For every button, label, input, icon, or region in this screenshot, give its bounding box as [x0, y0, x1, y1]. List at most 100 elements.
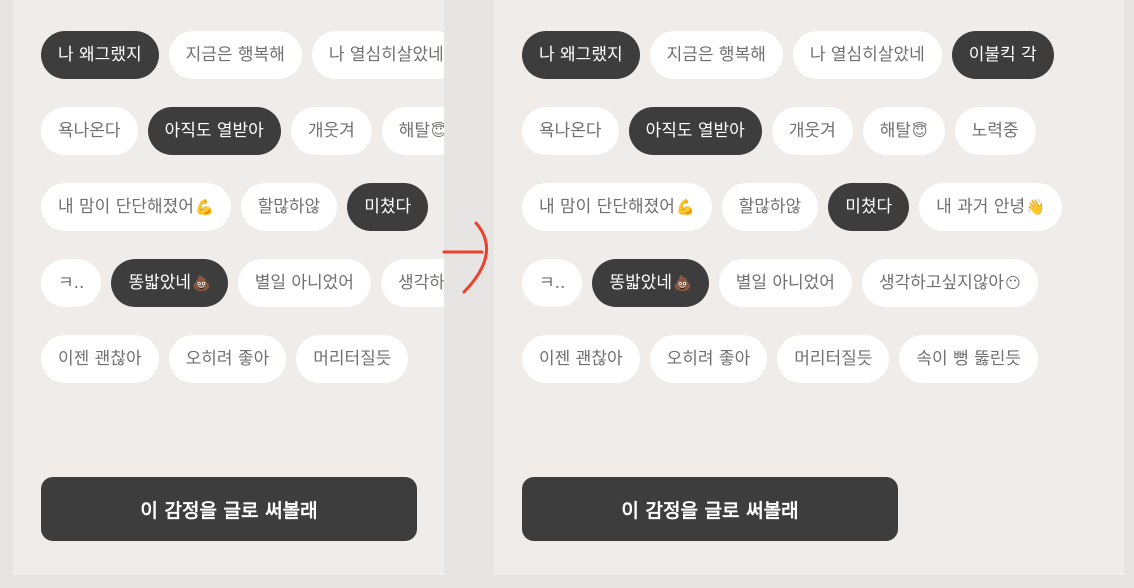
emotion-chip[interactable]: 별일 아니었어 — [237, 259, 371, 307]
emotion-chip-label: 오히려 좋아 — [185, 349, 270, 369]
emotion-chip-label: 나 열심히살았네 — [328, 45, 444, 65]
emotion-screen-left: 나 왜그랬지 지금은 행복해 나 열심히살았네욕나온다 아직도 열받아 개웃겨 해탈😇 내 … — [13, 0, 444, 575]
emotion-chip-label: 해탈 — [398, 121, 431, 141]
emotion-chip[interactable]: 내 맘이 단단해졌어💪 — [41, 183, 231, 231]
emotion-chip[interactable]: 생각하고싶지않아😶 — [380, 259, 444, 307]
emotion-chip[interactable]: ㅋ.. — [522, 259, 583, 307]
emotion-chip[interactable]: 해탈😇 — [381, 107, 444, 155]
emotion-chip[interactable]: 개웃겨 — [290, 107, 372, 155]
emoji-icon: 💩 — [673, 274, 692, 292]
emotion-chip[interactable]: 머리터질듯 — [296, 335, 409, 383]
emotion-chip-label: 별일 아니었어 — [254, 273, 354, 293]
emotion-chip[interactable]: 별일 아니었어 — [718, 259, 852, 307]
chip-row: ㅋ.. 똥밟았네💩 별일 아니었어 생각하고싶지않아😶 — [41, 259, 444, 307]
emotion-chip-selected[interactable]: 똥밟았네💩 — [111, 259, 228, 307]
chip-row: 나 왜그랬지 지금은 행복해 나 열심히살았네 이불킥 각 — [522, 31, 1062, 79]
chip-row: 욕나온다 아직도 열받아 개웃겨 해탈😇 — [41, 107, 444, 155]
emotion-chip-label: 나 열심히살았네 — [809, 45, 925, 65]
emotion-chip-label: ㅋ.. — [58, 273, 85, 293]
emotion-chip[interactable]: 할많하않 — [721, 183, 819, 231]
emotion-chip[interactable]: 욕나온다 — [41, 107, 138, 155]
chip-row: ㅋ.. 똥밟았네💩 별일 아니었어 생각하고싶지않아😶 — [522, 259, 1062, 307]
emotion-chip-list: 나 왜그랬지 지금은 행복해 나 열심히살았네 이불킥 각욕나온다 아직도 열받아 개웃겨… — [522, 31, 1062, 411]
emotion-chip[interactable]: 개웃겨 — [771, 107, 853, 155]
emotion-chip[interactable]: 이젠 괜찮아 — [522, 335, 640, 383]
emotion-chip-label: 생각하고싶지않아 — [397, 273, 444, 293]
chip-row: 나 왜그랬지 지금은 행복해 나 열심히살았네 — [41, 31, 444, 79]
emotion-chip-label: 지금은 행복해 — [185, 45, 285, 65]
emotion-screen-right: 나 왜그랬지 지금은 행복해 나 열심히살았네 이불킥 각욕나온다 아직도 열받아 개웃겨… — [494, 0, 1124, 575]
emotion-chip-label: 할많하않 — [738, 197, 802, 217]
emotion-chip[interactable]: 할많하않 — [240, 183, 338, 231]
emotion-chip-selected[interactable]: 미쳤다 — [347, 183, 429, 231]
emoji-icon: 💪 — [675, 198, 695, 216]
emotion-chip-label: 아직도 열받아 — [645, 121, 745, 141]
emotion-chip[interactable]: 지금은 행복해 — [649, 31, 783, 79]
write-emotion-button[interactable]: 이 감정을 글로 써볼래 — [522, 477, 898, 541]
chip-row: 이젠 괜찮아 오히려 좋아 머리터질듯 속이 뻥 뚫린듯 — [522, 335, 1062, 383]
chip-row: 욕나온다 아직도 열받아 개웃겨 해탈😇 노력중 — [522, 107, 1062, 155]
emotion-chip-label: 머리터질듯 — [794, 349, 873, 369]
emotion-chip[interactable]: 내 과거 안녕👋 — [919, 183, 1062, 231]
emotion-chip-label: 내 맘이 단단해졌어 — [58, 197, 194, 217]
chip-row: 이젠 괜찮아 오히려 좋아 머리터질듯 — [41, 335, 444, 383]
chip-row: 내 맘이 단단해졌어💪 할많하않 미쳤다 — [41, 183, 444, 231]
emotion-chip-selected[interactable]: 아직도 열받아 — [147, 107, 281, 155]
emotion-chip-label: 개웃겨 — [307, 121, 355, 141]
emotion-chip[interactable]: 나 열심히살았네 — [792, 31, 942, 79]
emotion-chip-label: 아직도 열받아 — [164, 121, 264, 141]
emotion-chip-label: 나 왜그랬지 — [539, 45, 623, 65]
emotion-chip-selected[interactable]: 나 왜그랬지 — [522, 31, 640, 79]
emotion-chip-selected[interactable]: 이불킥 각 — [951, 31, 1054, 79]
emotion-chip[interactable]: 나 열심히살았네 — [311, 31, 444, 79]
emotion-chip-label: 생각하고싶지않아 — [878, 273, 1005, 293]
emotion-chip[interactable]: 지금은 행복해 — [168, 31, 302, 79]
emotion-chip-selected[interactable]: 나 왜그랬지 — [41, 31, 159, 79]
emotion-chip[interactable]: ㅋ.. — [41, 259, 102, 307]
emotion-chip-label: 나 왜그랬지 — [58, 45, 142, 65]
emotion-chip-label: 속이 뻥 뚫린듯 — [916, 349, 1022, 369]
emotion-chip[interactable]: 속이 뻥 뚫린듯 — [899, 335, 1039, 383]
emotion-chip-selected[interactable]: 똥밟았네💩 — [592, 259, 709, 307]
emotion-chip-label: 개웃겨 — [788, 121, 836, 141]
emotion-chip-label: 별일 아니었어 — [735, 273, 835, 293]
emoji-icon: 👋 — [1026, 198, 1045, 216]
emotion-chip[interactable]: 노력중 — [954, 107, 1036, 155]
write-emotion-button[interactable]: 이 감정을 글로 써볼래 — [41, 477, 417, 541]
emoji-icon: 😇 — [431, 122, 444, 140]
emotion-chip-label: 똥밟았네 — [609, 273, 673, 293]
emotion-chip-selected[interactable]: 미쳤다 — [828, 183, 910, 231]
emotion-chip[interactable]: 욕나온다 — [522, 107, 619, 155]
emotion-chip-label: 똥밟았네 — [128, 273, 192, 293]
emotion-chip-selected[interactable]: 아직도 열받아 — [628, 107, 762, 155]
emoji-icon: 😇 — [912, 122, 928, 140]
emotion-chip[interactable]: 머리터질듯 — [777, 335, 890, 383]
emotion-chip[interactable]: 이젠 괜찮아 — [41, 335, 159, 383]
emotion-chip-label: 지금은 행복해 — [666, 45, 766, 65]
emotion-chip[interactable]: 해탈😇 — [862, 107, 945, 155]
chip-row: 내 맘이 단단해졌어💪 할많하않 미쳤다 내 과거 안녕👋 — [522, 183, 1062, 231]
emotion-chip-label: 할많하않 — [257, 197, 321, 217]
emoji-icon: 😶 — [1005, 274, 1021, 292]
emotion-chip-label: 이젠 괜찮아 — [539, 349, 623, 369]
emotion-chip-label: 내 맘이 단단해졌어 — [539, 197, 675, 217]
emotion-chip-label: 미쳤다 — [845, 197, 893, 217]
emoji-icon: 💪 — [194, 198, 214, 216]
emotion-chip-label: 오히려 좋아 — [666, 349, 751, 369]
emotion-chip-label: 욕나온다 — [58, 121, 121, 141]
emotion-chip-label: 내 과거 안녕 — [936, 197, 1026, 217]
emotion-chip[interactable]: 오히려 좋아 — [168, 335, 287, 383]
emotion-chip[interactable]: 내 맘이 단단해졌어💪 — [522, 183, 712, 231]
emotion-chip-label: ㅋ.. — [539, 273, 566, 293]
emotion-chip[interactable]: 오히려 좋아 — [649, 335, 768, 383]
emotion-chip-label: 이불킥 각 — [968, 45, 1037, 65]
emotion-chip[interactable]: 생각하고싶지않아😶 — [861, 259, 1038, 307]
emotion-chip-label: 이젠 괜찮아 — [58, 349, 142, 369]
emotion-chip-label: 머리터질듯 — [313, 349, 392, 369]
emoji-icon: 💩 — [192, 274, 211, 292]
emotion-chip-label: 해탈 — [879, 121, 912, 141]
emotion-chip-list: 나 왜그랬지 지금은 행복해 나 열심히살았네욕나온다 아직도 열받아 개웃겨 해탈😇 내 … — [41, 31, 444, 411]
emotion-chip-label: 미쳤다 — [364, 197, 412, 217]
emotion-chip-label: 노력중 — [971, 121, 1019, 141]
emotion-chip-label: 욕나온다 — [539, 121, 602, 141]
